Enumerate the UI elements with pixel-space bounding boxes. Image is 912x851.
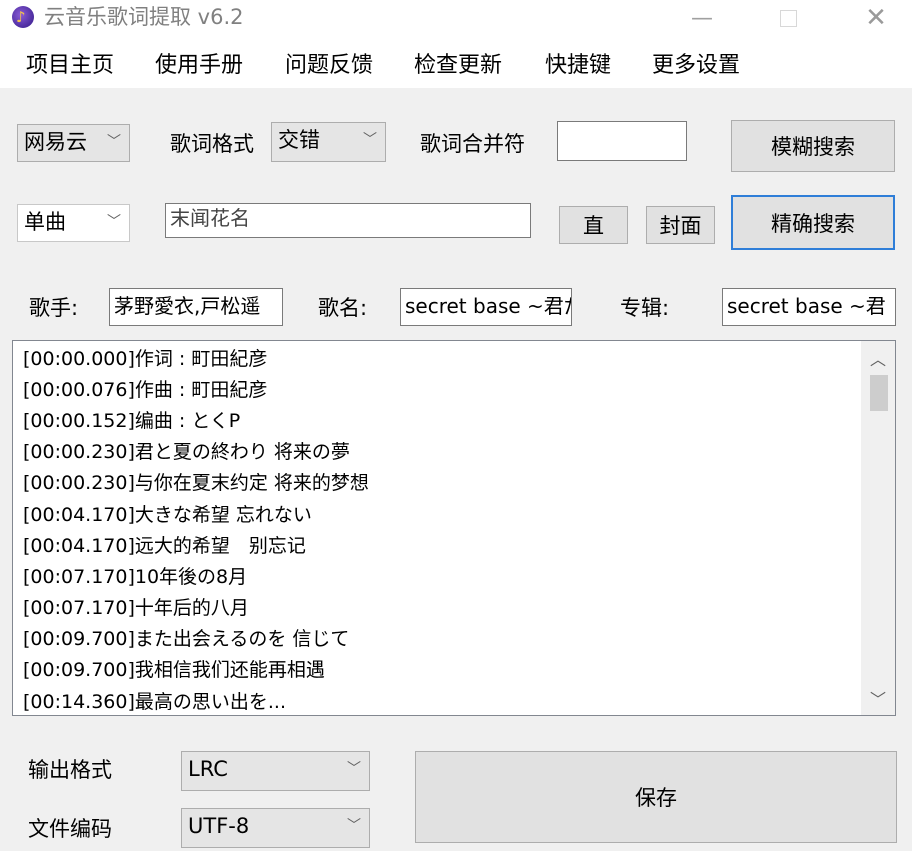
lyric-format-label: 歌词格式 bbox=[170, 132, 254, 156]
window-title: 云音乐歌词提取 v6.2 bbox=[44, 5, 244, 29]
output-format-select[interactable]: LRC ﹀ bbox=[181, 751, 370, 791]
lyric-line: [00:00.076]作曲 : 町田紀彦 bbox=[23, 379, 268, 401]
search-query-input[interactable]: 末闻花名 bbox=[165, 203, 531, 238]
output-format-label: 输出格式 bbox=[28, 758, 112, 782]
menu-more-settings[interactable]: 更多设置 bbox=[652, 50, 740, 82]
file-encoding-select[interactable]: UTF-8 ﹀ bbox=[181, 808, 370, 848]
lyric-line: [00:00.000]作词 : 町田紀彦 bbox=[23, 348, 268, 370]
maximize-icon bbox=[779, 9, 797, 27]
lyric-line: [00:00.152]编曲 : とくP bbox=[23, 410, 241, 432]
scroll-down-icon[interactable]: ﹀ bbox=[861, 681, 895, 715]
lyrics-scrollbar[interactable]: ︿ ﹀ bbox=[861, 341, 895, 715]
fuzzy-search-button[interactable]: 模糊搜索 bbox=[731, 120, 895, 172]
exact-search-button[interactable]: 精确搜索 bbox=[731, 195, 895, 250]
app-logo-icon: ♪ bbox=[12, 6, 34, 28]
menu-manual[interactable]: 使用手册 bbox=[155, 50, 243, 82]
chevron-down-icon: ﹀ bbox=[107, 134, 121, 150]
lyric-line: [00:07.170]10年後の8月 bbox=[23, 566, 248, 588]
merge-symbol-input[interactable] bbox=[557, 121, 687, 161]
save-button[interactable]: 保存 bbox=[415, 751, 897, 843]
song-label: 歌名: bbox=[318, 296, 368, 320]
menu-check-update[interactable]: 检查更新 bbox=[414, 50, 502, 82]
lyric-format-select[interactable]: 交错 ﹀ bbox=[271, 122, 386, 162]
output-format-value: LRC bbox=[188, 757, 228, 781]
album-field[interactable]: secret base ~君 bbox=[722, 288, 896, 326]
chevron-down-icon: ﹀ bbox=[347, 761, 361, 777]
file-encoding-label: 文件编码 bbox=[28, 817, 112, 841]
lyric-line: [00:04.170]远大的希望 别忘记 bbox=[23, 535, 306, 557]
menu-home[interactable]: 项目主页 bbox=[26, 50, 114, 82]
mode-value: 单曲 bbox=[24, 210, 66, 234]
singer-field[interactable]: 茅野愛衣,戸松遥 bbox=[109, 288, 283, 326]
chevron-down-icon: ﹀ bbox=[107, 214, 121, 230]
lyric-format-value: 交错 bbox=[278, 128, 320, 152]
mode-select[interactable]: 单曲 ﹀ bbox=[17, 204, 130, 242]
close-button[interactable]: ✕ bbox=[846, 0, 906, 36]
source-value: 网易云 bbox=[24, 130, 87, 154]
lyrics-textarea[interactable]: [00:00.000]作词 : 町田紀彦 [00:00.076]作曲 : 町田紀… bbox=[12, 340, 896, 716]
chevron-down-icon: ﹀ bbox=[347, 818, 361, 834]
lyric-line: [00:09.700]また出会えるのを 信じて bbox=[23, 628, 350, 650]
scrollbar-thumb[interactable] bbox=[870, 375, 888, 411]
minimize-button[interactable]: — bbox=[672, 0, 732, 36]
merge-symbol-label: 歌词合并符 bbox=[420, 132, 525, 156]
source-select[interactable]: 网易云 ﹀ bbox=[17, 124, 130, 162]
lyric-line: [00:00.230]君と夏の終わり 将来の夢 bbox=[23, 441, 350, 463]
lyric-line: [00:04.170]大きな希望 忘れない bbox=[23, 504, 312, 526]
lyric-line: [00:09.700]我相信我们还能再相遇 bbox=[23, 659, 325, 681]
scroll-up-icon[interactable]: ︿ bbox=[861, 341, 895, 375]
song-name-field[interactable]: secret base ~君だ bbox=[400, 288, 572, 326]
maximize-button[interactable] bbox=[758, 0, 818, 36]
menu-shortcuts[interactable]: 快捷键 bbox=[545, 50, 611, 82]
direct-button[interactable]: 直 bbox=[559, 206, 628, 244]
menu-feedback[interactable]: 问题反馈 bbox=[285, 50, 373, 82]
lyric-line: [00:14.360]最高の思い出を... bbox=[23, 691, 287, 713]
chevron-down-icon: ﹀ bbox=[363, 132, 377, 148]
album-label: 专辑: bbox=[620, 296, 670, 320]
cover-button[interactable]: 封面 bbox=[646, 206, 715, 244]
lyric-line: [00:00.230]与你在夏末约定 将来的梦想 bbox=[23, 472, 369, 494]
lyric-line: [00:07.170]十年后的八月 bbox=[23, 597, 249, 619]
file-encoding-value: UTF-8 bbox=[188, 814, 250, 838]
singer-label: 歌手: bbox=[29, 296, 79, 320]
